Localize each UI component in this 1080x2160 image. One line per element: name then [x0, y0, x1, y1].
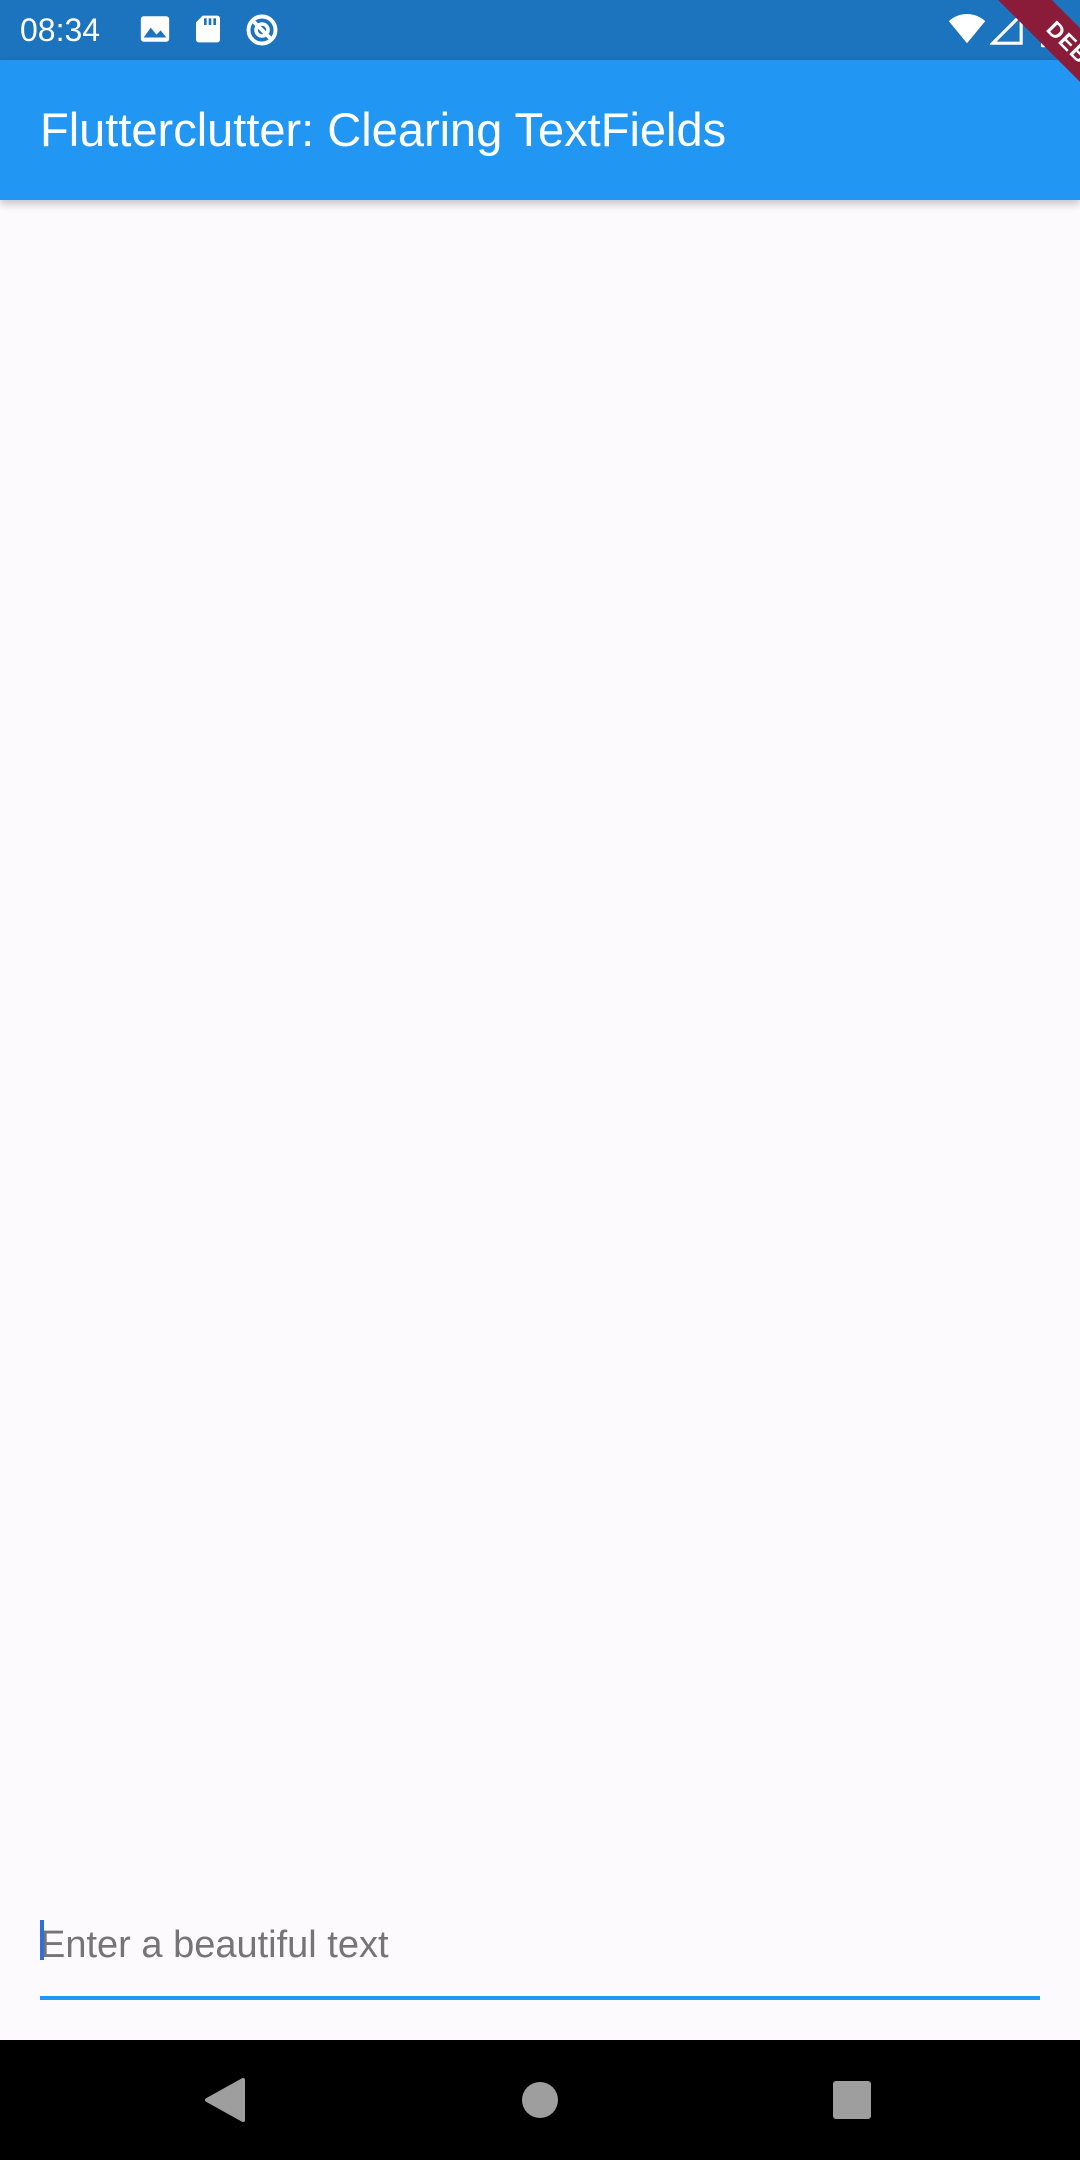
back-icon[interactable]	[165, 2040, 285, 2160]
status-bar: 08:34	[0, 0, 1080, 60]
recents-icon[interactable]	[792, 2040, 912, 2160]
app-bar: Flutterclutter: Clearing TextFields	[0, 60, 1080, 200]
text-field-underline	[40, 1996, 1040, 2000]
content-area	[0, 200, 1080, 2040]
sync-icon	[246, 14, 278, 46]
text-cursor	[40, 1920, 44, 1960]
sd-card-icon	[196, 15, 220, 43]
home-icon[interactable]	[480, 2040, 600, 2160]
status-time: 08:34	[20, 12, 101, 48]
wifi-icon	[948, 13, 986, 44]
cell-signal-icon	[990, 12, 1023, 45]
text-input[interactable]	[40, 1910, 1040, 1980]
image-icon	[140, 16, 170, 42]
navigation-bar	[0, 2040, 1080, 2160]
battery-icon	[1041, 12, 1059, 48]
text-field[interactable]	[40, 1900, 1040, 2002]
app-title: Flutterclutter: Clearing TextFields	[40, 103, 727, 156]
